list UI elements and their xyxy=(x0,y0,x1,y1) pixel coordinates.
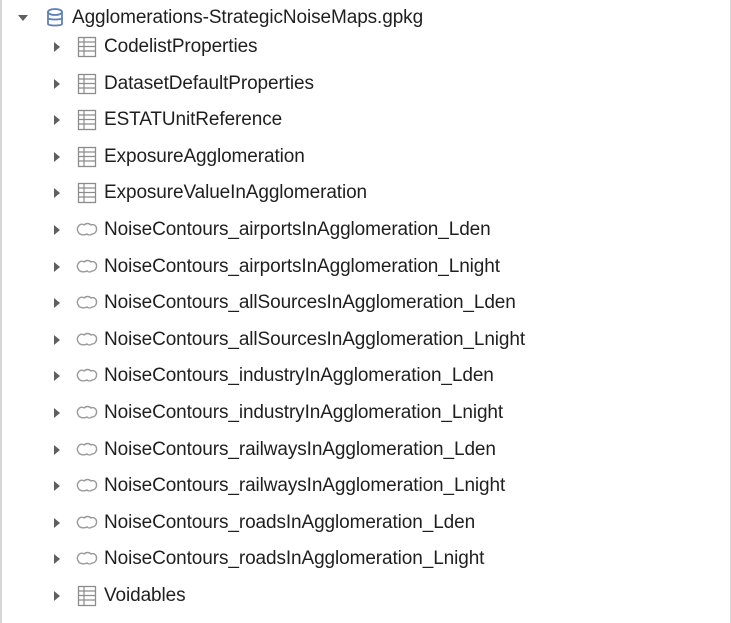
tree-item[interactable]: ExposureAgglomeration xyxy=(2,139,730,175)
chevron-right-icon[interactable] xyxy=(50,77,64,91)
chevron-right-icon[interactable] xyxy=(50,113,64,127)
tree-item[interactable]: ExposureValueInAgglomeration xyxy=(2,175,730,211)
tree-item-label: ExposureAgglomeration xyxy=(104,145,305,167)
tree-item-label: NoiseContours_railwaysInAgglomeration_Ld… xyxy=(104,438,496,460)
chevron-right-icon[interactable] xyxy=(50,552,64,566)
tree-item[interactable]: NoiseContours_industryInAgglomeration_Ln… xyxy=(2,395,730,431)
polygon-layer-icon xyxy=(76,259,98,273)
table-icon xyxy=(77,36,97,58)
polygon-layer-icon xyxy=(76,405,98,419)
tree-item-label: CodelistProperties xyxy=(104,36,258,57)
chevron-right-icon[interactable] xyxy=(50,479,64,493)
chevron-right-icon[interactable] xyxy=(50,406,64,420)
tree-item[interactable]: NoiseContours_airportsInAgglomeration_Ln… xyxy=(2,249,730,285)
tree-item-label: NoiseContours_industryInAgglomeration_Ld… xyxy=(104,365,494,387)
tree-item[interactable]: NoiseContours_railwaysInAgglomeration_Ld… xyxy=(2,432,730,468)
table-icon xyxy=(77,73,97,94)
tree-item[interactable]: Voidables xyxy=(2,578,730,614)
tree-item[interactable]: NoiseContours_allSourcesInAgglomeration_… xyxy=(2,322,730,358)
tree-item-label: ESTATUnitReference xyxy=(104,109,283,131)
tree-item[interactable]: NoiseContours_allSourcesInAgglomeration_… xyxy=(2,285,730,321)
tree-item-label: NoiseContours_industryInAgglomeration_Ln… xyxy=(104,402,504,423)
chevron-right-icon[interactable] xyxy=(50,443,64,457)
tree-item[interactable]: CodelistProperties xyxy=(2,29,730,65)
chevron-right-icon[interactable] xyxy=(50,150,64,164)
polygon-layer-icon xyxy=(76,369,98,383)
chevron-down-icon[interactable] xyxy=(16,11,30,25)
table-icon xyxy=(77,183,97,204)
chevron-right-icon[interactable] xyxy=(50,516,64,530)
tree-item-label: ExposureValueInAgglomeration xyxy=(104,182,368,204)
polygon-layer-icon xyxy=(76,332,98,346)
chevron-right-icon[interactable] xyxy=(50,333,64,347)
tree-item[interactable]: DatasetDefaultProperties xyxy=(2,66,730,102)
polygon-layer-icon xyxy=(76,478,98,492)
tree-item-label: NoiseContours_airportsInAgglomeration_Ld… xyxy=(104,219,491,240)
tree-item-label: DatasetDefaultProperties xyxy=(104,72,314,94)
table-icon xyxy=(77,146,97,167)
tree-item[interactable]: NoiseContours_railwaysInAgglomeration_Ln… xyxy=(2,468,730,504)
tree-item[interactable]: NoiseContours_roadsInAgglomeration_Lden xyxy=(2,505,730,541)
tree-item[interactable]: ESTATUnitReference xyxy=(2,102,730,138)
tree-item-label: Voidables xyxy=(104,585,186,606)
chevron-right-icon[interactable] xyxy=(50,589,64,603)
tree-item-label: NoiseContours_railwaysInAgglomeration_Ln… xyxy=(104,475,506,497)
database-icon xyxy=(47,8,63,27)
polygon-layer-icon xyxy=(76,442,98,456)
chevron-right-icon[interactable] xyxy=(50,369,64,383)
table-icon xyxy=(77,585,97,607)
tree-item-label: NoiseContours_allSourcesInAgglomeration_… xyxy=(104,292,516,314)
tree-item[interactable]: NoiseContours_roadsInAgglomeration_Lnigh… xyxy=(2,541,730,577)
tree-item[interactable]: NoiseContours_industryInAgglomeration_Ld… xyxy=(2,358,730,394)
polygon-layer-icon xyxy=(76,295,98,309)
browser-tree-panel: Agglomerations-StrategicNoiseMaps.gpkg C… xyxy=(0,0,731,623)
polygon-layer-icon xyxy=(76,222,98,236)
tree-item-label: NoiseContours_roadsInAgglomeration_Lden xyxy=(104,511,476,533)
tree-item[interactable]: NoiseContours_airportsInAgglomeration_Ld… xyxy=(2,212,730,248)
tree-item-label: NoiseContours_allSourcesInAgglomeration_… xyxy=(104,328,526,350)
tree-item-label: NoiseContours_airportsInAgglomeration_Ln… xyxy=(104,255,500,277)
chevron-right-icon[interactable] xyxy=(50,296,64,310)
polygon-layer-icon xyxy=(76,552,98,566)
chevron-right-icon[interactable] xyxy=(50,223,64,237)
tree-item-label: NoiseContours_roadsInAgglomeration_Lnigh… xyxy=(104,548,485,570)
chevron-right-icon[interactable] xyxy=(50,40,64,54)
chevron-right-icon[interactable] xyxy=(50,186,64,200)
chevron-right-icon[interactable] xyxy=(50,260,64,274)
polygon-layer-icon xyxy=(76,515,98,529)
table-icon xyxy=(77,110,97,131)
